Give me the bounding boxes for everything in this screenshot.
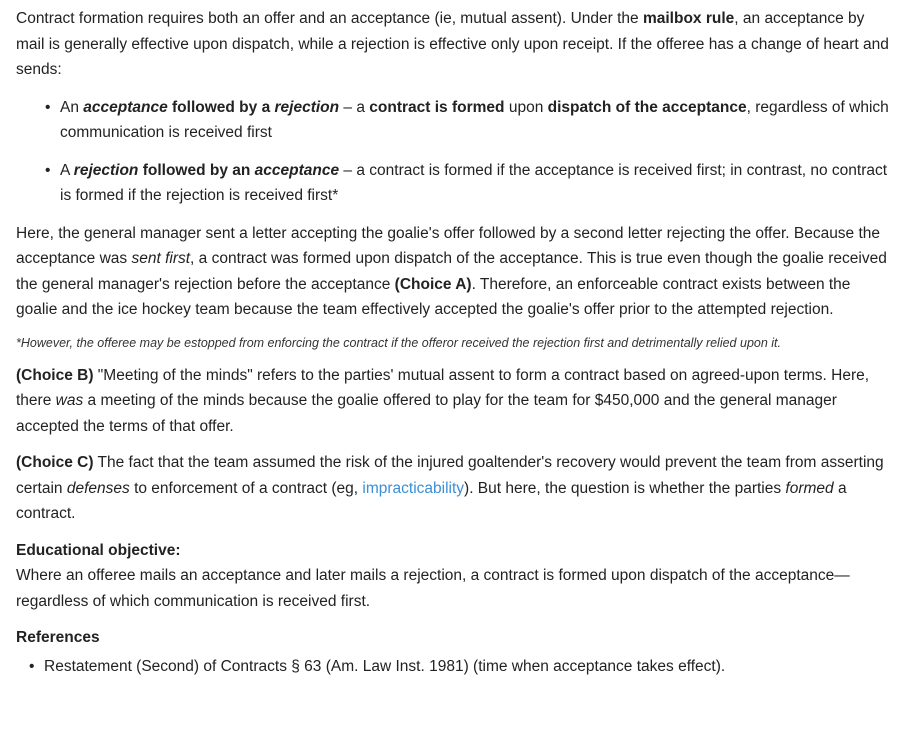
reference-item: • Restatement (Second) of Contracts § 63 … [29, 654, 893, 680]
impracticability-link[interactable]: impracticability [362, 480, 464, 497]
intro-paragraph: Contract formation requires both an offe… [16, 6, 893, 83]
mailbox-rule-term: mailbox rule [642, 10, 735, 27]
acceptance-term: acceptance [254, 161, 340, 179]
choice-b-explanation: (Choice B) "Meeting of the minds" refers… [16, 366, 870, 435]
bullet-icon: • [45, 161, 51, 179]
intro-text: Contract formation requires both an offe… [16, 10, 643, 27]
rules-list: • An acceptance followed by a rejection –… [16, 95, 893, 209]
rejection-term: rejection [73, 161, 139, 179]
analysis-paragraph: Here, the general manager sent a letter … [16, 224, 887, 319]
objective-text: Where an offeree mails an acceptance and… [16, 567, 850, 610]
rule-acceptance-then-rejection: • An acceptance followed by a rejection –… [45, 95, 893, 146]
bullet-icon: • [29, 657, 35, 675]
objective-heading: Educational objective: [16, 541, 181, 559]
choice-a-reference: (Choice A) [394, 275, 472, 293]
references-list: • Restatement (Second) of Contracts § 63 … [16, 654, 893, 680]
choice-c-explanation: (Choice C) The fact that the team assume… [16, 454, 884, 522]
rejection-term: rejection [274, 98, 340, 116]
bullet-icon: • [45, 98, 51, 116]
explanation-content: Contract formation requires both an offe… [0, 0, 905, 679]
choice-b-label: (Choice B) [16, 366, 94, 384]
references-heading: References [16, 629, 100, 646]
references-section: References • Restatement (Second) of Cont… [16, 625, 893, 679]
choice-c-label: (Choice C) [16, 454, 94, 471]
educational-objective: Educational objective: Where an offeree … [16, 538, 893, 615]
footnote: *However, the offeree may be estopped fr… [16, 335, 781, 350]
rule-rejection-then-acceptance: • A rejection followed by an acceptance –… [45, 158, 893, 209]
acceptance-term: acceptance [83, 98, 168, 116]
